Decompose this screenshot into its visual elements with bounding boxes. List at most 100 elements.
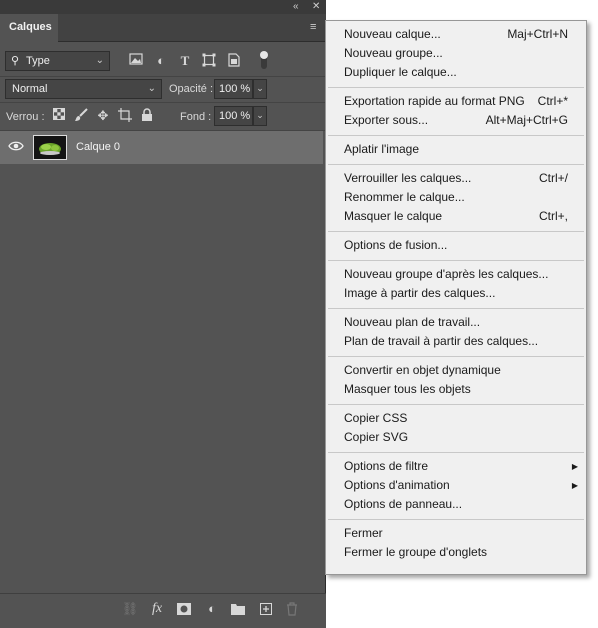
lock-move-icon[interactable]: ✥ (95, 108, 111, 124)
menu-separator (328, 164, 584, 165)
new-layer-icon[interactable] (257, 600, 275, 618)
tab-calques[interactable]: Calques (0, 14, 58, 42)
menu-item-shortcut: Ctrl+, (538, 209, 568, 223)
collapse-icon[interactable]: « (293, 1, 299, 13)
menu-item-shortcut: Maj+Ctrl+N (507, 27, 568, 41)
menu-item[interactable]: Convertir en objet dynamique (326, 361, 586, 380)
menu-item[interactable]: Options de fusion... (326, 236, 586, 255)
menu-item-label: Nouveau groupe d'après les calques... (344, 267, 549, 281)
menu-item[interactable]: Nouveau calque... Maj+Ctrl+N (326, 25, 586, 44)
submenu-arrow-icon: ▶ (571, 481, 578, 490)
blend-mode-select[interactable]: Normal ⌄ (5, 79, 162, 99)
adjustment-icon[interactable]: ◐ (203, 600, 221, 618)
lock-artboard-icon[interactable] (117, 108, 133, 124)
menu-item-shortcut: Ctrl+* (537, 94, 568, 108)
menu-item[interactable]: Copier CSS (326, 409, 586, 428)
menu-item[interactable]: Masquer le calque Ctrl+, (326, 207, 586, 226)
opacity-label: Opacité : (169, 83, 214, 95)
menu-item-label: Fermer le groupe d'onglets (344, 545, 488, 559)
menu-item[interactable]: Nouveau groupe d'après les calques... (326, 265, 586, 284)
chevron-down-icon: ⌄ (147, 83, 156, 94)
filter-kind-value: Type (26, 55, 50, 67)
menu-item-label: Exportation rapide au format PNG (344, 94, 525, 108)
menu-separator (328, 260, 584, 261)
trash-icon[interactable] (283, 600, 301, 618)
menu-item-label: Copier SVG (344, 430, 409, 444)
menu-item-label: Aplatir l'image (344, 142, 419, 156)
panel-flyout-menu: Nouveau calque... Maj+Ctrl+N Nouveau group… (325, 20, 587, 575)
opacity-dropdown[interactable]: ⌄ (253, 79, 267, 99)
panel-title-strip: « ✕ (0, 0, 326, 14)
menu-item[interactable]: Aplatir l'image (326, 140, 586, 159)
layer-row[interactable]: Calque 0 (0, 131, 323, 164)
menu-item[interactable]: Options d'animation ▶ (326, 476, 586, 495)
menu-item-label: Nouveau plan de travail... (344, 315, 481, 329)
fill-dropdown[interactable]: ⌄ (253, 106, 267, 126)
menu-item-label: Copier CSS (344, 411, 408, 425)
fill-input[interactable]: 100 % (214, 106, 253, 126)
image-filter-icon[interactable] (128, 53, 144, 69)
menu-item-label: Nouveau calque... (344, 27, 441, 41)
blend-mode-value: Normal (12, 83, 48, 95)
menu-item[interactable]: Fermer (326, 524, 586, 543)
chevron-down-icon: ⌄ (95, 55, 104, 66)
adjustment-filter-icon[interactable]: ◐ (153, 53, 169, 69)
filter-row: ⚲ Type ⌄ ◐ T (0, 42, 326, 77)
menu-item[interactable]: Image à partir des calques... (326, 284, 586, 303)
menu-item[interactable]: Nouveau groupe... (326, 44, 586, 63)
menu-item-label: Options de fusion... (344, 238, 448, 252)
fill-value: 100 % (219, 110, 251, 122)
menu-item[interactable]: Copier SVG (326, 428, 586, 447)
shape-filter-icon[interactable] (201, 53, 217, 69)
opacity-value: 100 % (219, 83, 251, 95)
menu-item[interactable]: Options de filtre ▶ (326, 457, 586, 476)
link-icon[interactable]: ⛓ (121, 600, 139, 618)
submenu-arrow-icon: ▶ (571, 462, 578, 471)
menu-item[interactable]: Dupliquer le calque... (326, 63, 586, 82)
lock-transparency-icon[interactable] (51, 108, 67, 124)
menu-item[interactable]: Verrouiller les calques... Ctrl+/ (326, 169, 586, 188)
folder-icon[interactable] (229, 600, 247, 618)
filter-kind-select[interactable]: ⚲ Type ⌄ (5, 51, 110, 71)
layers-panel: « ✕ Calques ≡ ⚲ Type ⌄ ◐ T Normal ⌄ Opac… (0, 0, 326, 628)
panel-menu-icon[interactable]: ≡ (310, 22, 320, 33)
menu-item-label: Renommer le calque... (344, 190, 465, 204)
menu-item-shortcut: Alt+Maj+Ctrl+G (485, 113, 568, 127)
mask-icon[interactable] (175, 600, 193, 618)
menu-separator (328, 87, 584, 88)
menu-item-label: Verrouiller les calques... (344, 171, 472, 185)
lock-brush-icon[interactable] (73, 108, 89, 124)
opacity-input[interactable]: 100 % (214, 79, 253, 99)
menu-item[interactable]: Nouveau plan de travail... (326, 313, 586, 332)
menu-item[interactable]: Renommer le calque... (326, 188, 586, 207)
menu-item[interactable]: Plan de travail à partir des calques... (326, 332, 586, 351)
fx-icon[interactable]: fx (148, 600, 166, 618)
menu-item[interactable]: Exporter sous... Alt+Maj+Ctrl+G (326, 111, 586, 130)
menu-item[interactable]: Masquer tous les objets (326, 380, 586, 399)
menu-separator (328, 231, 584, 232)
tab-label: Calques (9, 21, 52, 33)
filter-toggle[interactable] (259, 50, 269, 73)
layer-thumbnail (33, 135, 67, 160)
menu-item-label: Plan de travail à partir des calques... (344, 334, 539, 348)
menu-item[interactable]: Options de panneau... (326, 495, 586, 514)
smart-object-filter-icon[interactable] (226, 53, 242, 69)
menu-separator (328, 519, 584, 520)
menu-separator (328, 452, 584, 453)
blend-row: Normal ⌄ Opacité : 100 % ⌄ (0, 77, 326, 103)
menu-item-label: Options de panneau... (344, 497, 463, 511)
lock-all-icon[interactable] (139, 108, 155, 124)
menu-item[interactable]: Fermer le groupe d'onglets (326, 543, 586, 562)
menu-item-label: Masquer le calque (344, 209, 443, 223)
menu-separator (328, 135, 584, 136)
close-icon[interactable]: ✕ (312, 1, 320, 13)
menu-item-label: Options de filtre (344, 459, 429, 473)
text-filter-icon[interactable]: T (177, 53, 193, 69)
menu-item[interactable]: Exportation rapide au format PNG Ctrl+* (326, 92, 586, 111)
layer-name[interactable]: Calque 0 (76, 141, 120, 153)
eye-icon[interactable] (8, 140, 24, 154)
tab-bar: Calques ≡ (0, 14, 326, 42)
menu-item-label: Fermer (344, 526, 383, 540)
menu-item-label: Options d'animation (344, 478, 450, 492)
menu-separator (328, 308, 584, 309)
